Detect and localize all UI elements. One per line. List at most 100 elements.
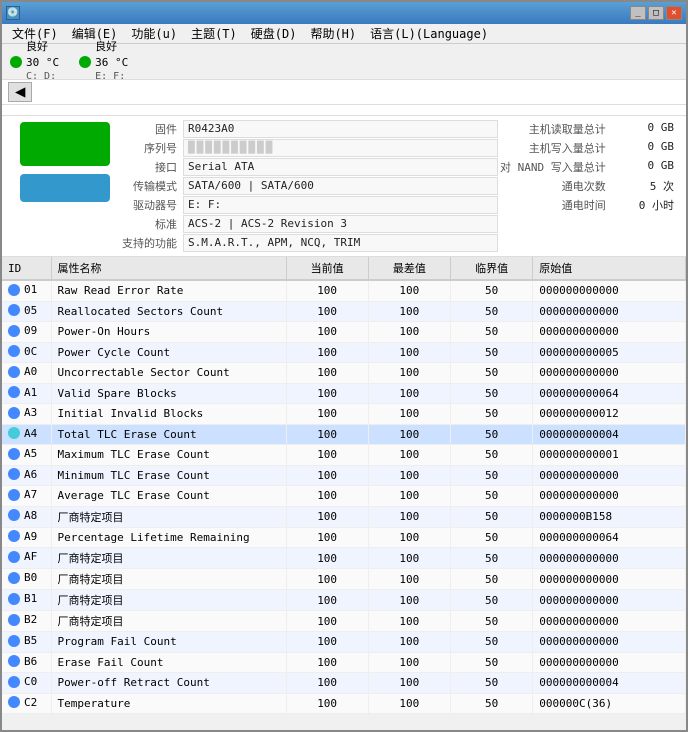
table-row[interactable]: 09 Power-On Hours 100 100 50 00000000000… [2,322,686,343]
cell-id: AF [2,548,51,569]
cell-current: 100 [286,548,368,569]
cell-worst: 100 [368,383,450,404]
value-power-count: 5 次 [612,177,678,195]
title-bar: 💿 _ □ ✕ [2,2,686,24]
cell-worst: 100 [368,404,450,425]
cell-current: 100 [286,652,368,673]
table-row[interactable]: A6 Minimum TLC Erase Count 100 100 50 00… [2,465,686,486]
cell-name: 厂商特定项目 [51,590,286,611]
cell-threshold: 50 [450,322,532,343]
maximize-button[interactable]: □ [648,6,664,20]
drive-status-1[interactable]: 良好 30 °C C: D: [10,39,59,84]
table-row[interactable]: 01 Raw Read Error Rate 100 100 50 000000… [2,280,686,301]
cell-raw: 000000000000 [533,652,686,673]
menu-function[interactable]: 功能(u) [125,23,183,44]
cell-name: Percentage Lifetime Remaining [51,527,286,548]
cell-current: 100 [286,363,368,384]
table-row[interactable]: B1 厂商特定项目 100 100 50 000000000000 [2,590,686,611]
smart-table-container[interactable]: ID 属性名称 当前值 最差值 临界值 原始值 01 Raw Read Erro… [2,257,686,730]
cell-name: Maximum TLC Erase Count [51,445,286,466]
status-temp-2: 36 °C [95,55,128,70]
table-row[interactable]: B0 厂商特定项目 100 100 50 000000000000 [2,569,686,590]
cell-current: 100 [286,424,368,445]
label-serial: 序列号 [120,139,179,157]
label-power-count: 通电次数 [498,177,608,195]
cell-raw: 000000000001 [533,445,686,466]
cell-raw: 000000000004 [533,424,686,445]
col-header-cur: 当前值 [286,257,368,280]
value-features: S.M.A.R.T., APM, NCQ, TRIM [183,234,498,252]
col-header-thresh: 临界值 [450,257,532,280]
table-row[interactable]: A5 Maximum TLC Erase Count 100 100 50 00… [2,445,686,466]
temp-box [20,174,110,202]
cell-raw: 000000000005 [533,342,686,363]
cell-id: B1 [2,590,51,611]
minimize-button[interactable]: _ [630,6,646,20]
menu-help[interactable]: 帮助(H) [304,23,362,44]
cell-current: 100 [286,673,368,694]
cell-name: Reallocated Sectors Count [51,301,286,322]
cell-threshold: 50 [450,632,532,653]
status-dot-2 [79,56,91,68]
table-row[interactable]: A9 Percentage Lifetime Remaining 100 100… [2,527,686,548]
label-interface: 接口 [120,158,179,176]
cell-worst: 100 [368,342,450,363]
nav-bar: ◀ [2,80,686,105]
cell-worst: 100 [368,673,450,694]
cell-current: 100 [286,590,368,611]
cell-id: A4 [2,424,51,445]
table-row[interactable]: B5 Program Fail Count 100 100 50 0000000… [2,632,686,653]
table-row[interactable]: 05 Reallocated Sectors Count 100 100 50 … [2,301,686,322]
row-icon [8,284,20,296]
cell-id: B5 [2,632,51,653]
cell-current: 100 [286,632,368,653]
table-row[interactable]: 0C Power Cycle Count 100 100 50 00000000… [2,342,686,363]
prev-disk-button[interactable]: ◀ [8,82,32,102]
cell-name: 厂商特定项目 [51,548,286,569]
menu-theme[interactable]: 主题(T) [185,23,243,44]
cell-id: A8 [2,506,51,527]
close-button[interactable]: ✕ [666,6,682,20]
cell-current: 100 [286,569,368,590]
cell-name: Temperature [51,693,286,714]
cell-id: 01 [2,280,51,301]
info-section: 固件 R0423A0 序列号 ██████████ 接口 Serial ATA … [2,116,686,257]
row-icon [8,614,20,626]
smart-table: ID 属性名称 当前值 最差值 临界值 原始值 01 Raw Read Erro… [2,257,686,714]
table-row[interactable]: B6 Erase Fail Count 100 100 50 000000000… [2,652,686,673]
value-transfer: SATA/600 | SATA/600 [183,177,498,195]
cell-threshold: 50 [450,445,532,466]
cell-id: A9 [2,527,51,548]
row-icon [8,572,20,584]
cell-raw: 000000000004 [533,673,686,694]
cell-name: Power-On Hours [51,322,286,343]
label-nand-write: 对 NAND 写入量总计 [498,158,608,176]
row-icon [8,468,20,480]
table-row[interactable]: A7 Average TLC Erase Count 100 100 50 00… [2,486,686,507]
menu-disk[interactable]: 硬盘(D) [245,23,303,44]
label-host-write: 主机写入量总计 [498,139,608,157]
cell-id: 05 [2,301,51,322]
table-row[interactable]: A3 Initial Invalid Blocks 100 100 50 000… [2,404,686,425]
drive-status-2[interactable]: 良好 36 °C E: F: [79,39,128,84]
cell-raw: 000000000000 [533,611,686,632]
cell-worst: 100 [368,548,450,569]
table-row[interactable]: A1 Valid Spare Blocks 100 100 50 0000000… [2,383,686,404]
table-row[interactable]: A4 Total TLC Erase Count 100 100 50 0000… [2,424,686,445]
table-row[interactable]: A0 Uncorrectable Sector Count 100 100 50… [2,363,686,384]
row-icon [8,386,20,398]
table-row[interactable]: AF 厂商特定项目 100 100 50 000000000000 [2,548,686,569]
table-header-row: ID 属性名称 当前值 最差值 临界值 原始值 [2,257,686,280]
cell-threshold: 50 [450,673,532,694]
label-transfer: 传输模式 [120,177,179,195]
status-label-2: 良好 [95,39,128,54]
cell-id: C0 [2,673,51,694]
cell-worst: 100 [368,363,450,384]
table-row[interactable]: C0 Power-off Retract Count 100 100 50 00… [2,673,686,694]
table-row[interactable]: C2 Temperature 100 100 50 000000C(36) [2,693,686,714]
table-row[interactable]: A8 厂商特定项目 100 100 50 0000000B158 [2,506,686,527]
menu-language[interactable]: 语言(L)(Language) [364,23,494,44]
table-row[interactable]: B2 厂商特定项目 100 100 50 000000000000 [2,611,686,632]
cell-id: A1 [2,383,51,404]
row-icon [8,635,20,647]
